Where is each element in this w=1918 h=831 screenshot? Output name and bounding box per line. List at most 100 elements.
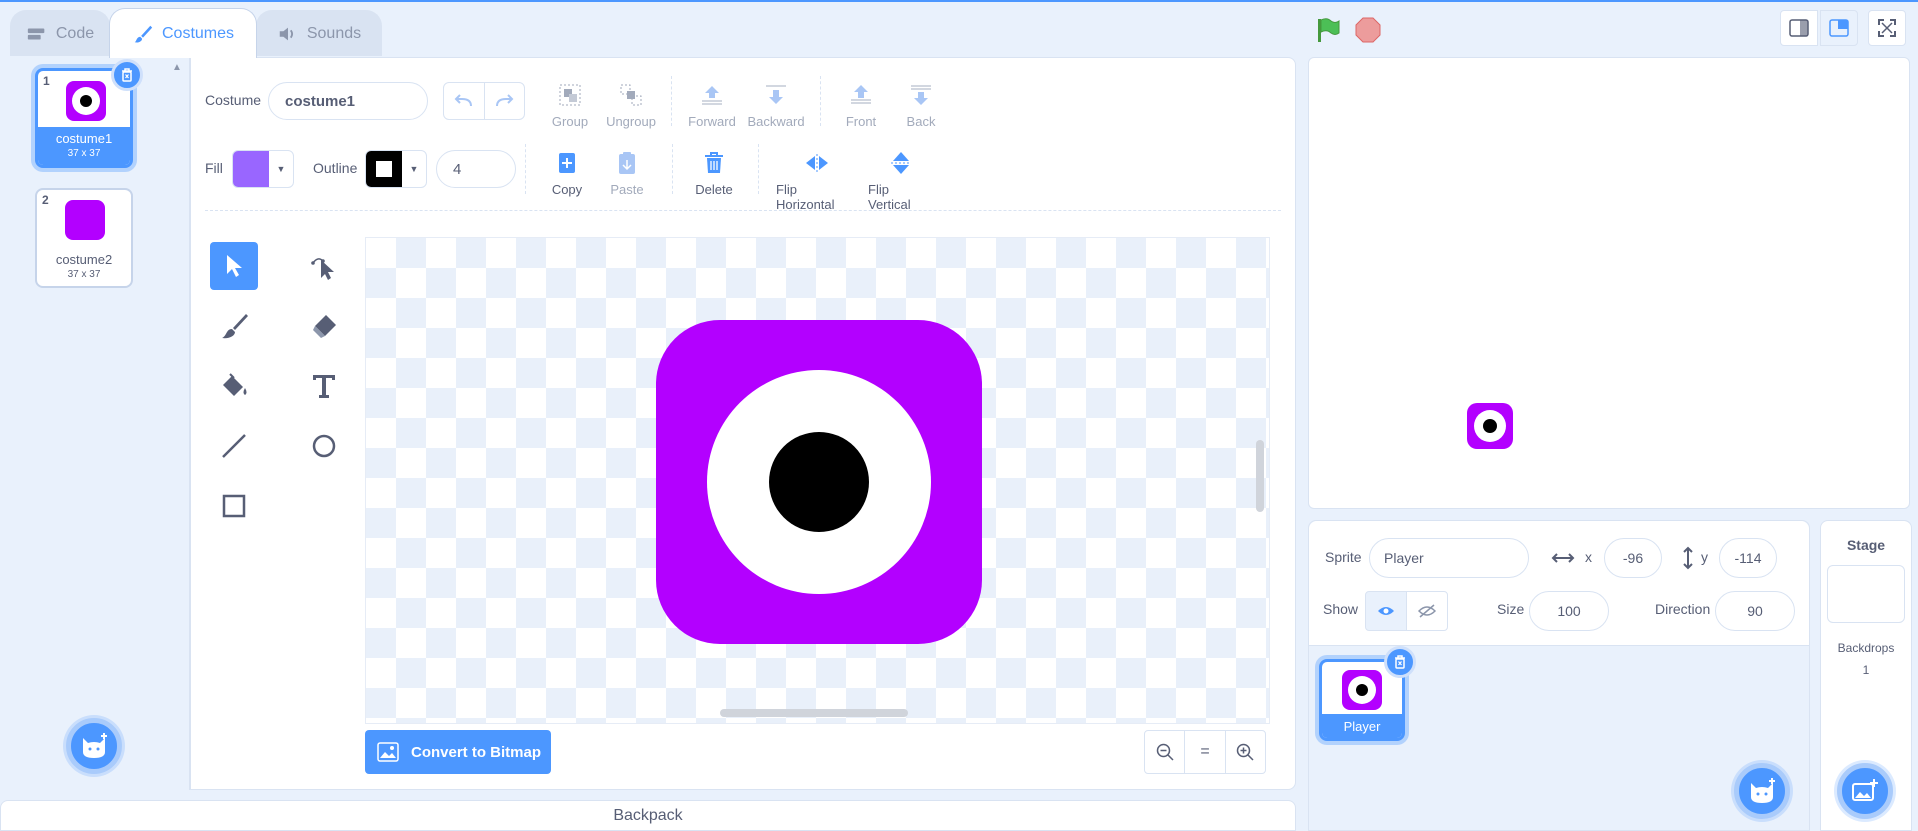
reshape-tool[interactable] <box>300 242 348 290</box>
choose-costume-button[interactable] <box>66 718 122 774</box>
scroll-up-arrow[interactable]: ▲ <box>172 62 182 73</box>
eye-hidden-icon <box>1418 604 1436 618</box>
paint-canvas[interactable] <box>365 237 1270 724</box>
dropdown-arrow-icon: ▼ <box>276 164 286 174</box>
fill-color-picker[interactable]: ▼ <box>232 150 294 188</box>
forward-icon <box>702 86 722 105</box>
line-tool[interactable] <box>210 422 258 470</box>
show-label: Show <box>1323 601 1359 617</box>
stage-canvas[interactable] <box>1308 57 1910 509</box>
small-stage-button[interactable] <box>1780 10 1818 46</box>
outline-label: Outline <box>313 160 358 176</box>
y-label: y <box>1701 549 1708 565</box>
ungroup-icon <box>620 84 642 106</box>
brush-icon <box>222 314 248 339</box>
delete-sprite-button[interactable] <box>1384 646 1416 678</box>
size-label: Size <box>1497 601 1525 617</box>
flip-horizontal-icon <box>806 154 828 172</box>
reshape-cursor-icon <box>311 258 334 280</box>
size-input[interactable]: 100 <box>1529 591 1609 631</box>
front-label: Front <box>845 114 877 129</box>
choose-backdrop-button[interactable] <box>1837 763 1893 819</box>
forward-button[interactable]: Forward <box>687 80 737 129</box>
redo-icon <box>496 94 514 107</box>
toolbar-separator <box>671 76 672 126</box>
backward-button[interactable]: Backward <box>747 80 805 129</box>
convert-to-bitmap-button[interactable]: Convert to Bitmap <box>365 730 551 774</box>
zoom-in-icon <box>1237 743 1254 761</box>
horizontal-arrows-icon <box>1551 553 1575 563</box>
fullscreen-button[interactable] <box>1868 10 1906 46</box>
delete-button[interactable]: Delete <box>692 148 736 197</box>
player-sprite[interactable] <box>1467 403 1513 449</box>
canvas-horizontal-scrollbar[interactable] <box>720 709 908 717</box>
undo-button[interactable] <box>444 83 485 119</box>
toolbar-separator <box>525 144 526 194</box>
text-tool[interactable] <box>300 362 348 410</box>
copy-label: Copy <box>551 182 583 197</box>
code-icon <box>27 28 45 39</box>
brush-tool[interactable] <box>210 302 258 350</box>
outline-swatch <box>366 151 402 187</box>
direction-value: 90 <box>1747 603 1763 619</box>
direction-input[interactable]: 90 <box>1715 591 1795 631</box>
redo-button[interactable] <box>485 83 525 119</box>
stop-icon[interactable] <box>1354 16 1382 44</box>
delete-costume-button[interactable] <box>111 59 143 91</box>
backpack-bar[interactable]: Backpack <box>0 800 1296 831</box>
x-input[interactable]: -96 <box>1604 538 1662 578</box>
speaker-icon <box>279 27 293 40</box>
zoom-out-button[interactable] <box>1145 731 1186 773</box>
tab-sounds-label: Sounds <box>306 24 362 42</box>
paste-button[interactable]: Paste <box>608 148 646 197</box>
flip-horizontal-button[interactable]: Flip Horizontal <box>776 148 858 212</box>
backdrops-count: 1 <box>1862 663 1870 677</box>
costume-name-input[interactable]: costume1 <box>268 82 428 120</box>
zoom-reset-label: = <box>1200 743 1210 760</box>
ungroup-button[interactable]: Ungroup <box>603 80 659 129</box>
zoom-in-button[interactable] <box>1226 731 1265 773</box>
show-visible-button[interactable] <box>1365 591 1407 631</box>
group-button[interactable]: Group <box>548 80 592 129</box>
flip-vertical-icon <box>891 152 911 174</box>
large-stage-button[interactable] <box>1820 10 1858 46</box>
eraser-tool[interactable] <box>300 302 348 350</box>
select-tool[interactable] <box>210 242 258 290</box>
outline-width-input[interactable]: 4 <box>436 150 516 188</box>
forward-label: Forward <box>688 114 736 129</box>
costume-name: costume1 <box>55 131 113 146</box>
arrow-cursor-icon <box>227 255 242 277</box>
tab-costumes[interactable]: Costumes <box>109 8 257 58</box>
flip-vertical-button[interactable]: Flip Vertical <box>868 148 934 212</box>
paste-icon <box>619 152 635 174</box>
top-accent-line <box>0 0 1918 2</box>
choose-sprite-button[interactable] <box>1734 763 1790 819</box>
circle-tool[interactable] <box>300 422 348 470</box>
sprite-name-input[interactable]: Player <box>1369 538 1529 578</box>
zoom-reset-button[interactable]: = <box>1185 731 1226 773</box>
group-icon <box>559 84 581 106</box>
trash-icon <box>122 68 132 82</box>
y-input[interactable]: -114 <box>1719 538 1777 578</box>
sprite-label: Sprite <box>1325 549 1362 565</box>
text-icon <box>313 375 335 398</box>
rectangle-tool[interactable] <box>210 482 258 530</box>
back-button[interactable]: Back <box>903 80 939 129</box>
tab-code[interactable]: Code <box>10 10 110 56</box>
show-hidden-button[interactable] <box>1406 591 1448 631</box>
fill-tool[interactable] <box>210 362 258 410</box>
brush-icon <box>134 25 153 42</box>
costume-item-2[interactable]: 2 costume2 37 x 37 <box>35 188 133 288</box>
outline-color-picker[interactable]: ▼ <box>365 150 427 188</box>
costume-artwork[interactable] <box>656 320 982 644</box>
tab-sounds[interactable]: Sounds <box>256 10 382 56</box>
paste-label: Paste <box>610 182 644 197</box>
backward-icon <box>766 85 786 104</box>
front-button[interactable]: Front <box>843 80 879 129</box>
canvas-vertical-scrollbar[interactable] <box>1256 440 1264 512</box>
line-icon <box>222 434 246 458</box>
costume-number: 1 <box>43 74 50 88</box>
green-flag-icon[interactable] <box>1314 16 1342 44</box>
copy-button[interactable]: Copy <box>548 148 586 197</box>
costume-number: 2 <box>42 193 49 207</box>
